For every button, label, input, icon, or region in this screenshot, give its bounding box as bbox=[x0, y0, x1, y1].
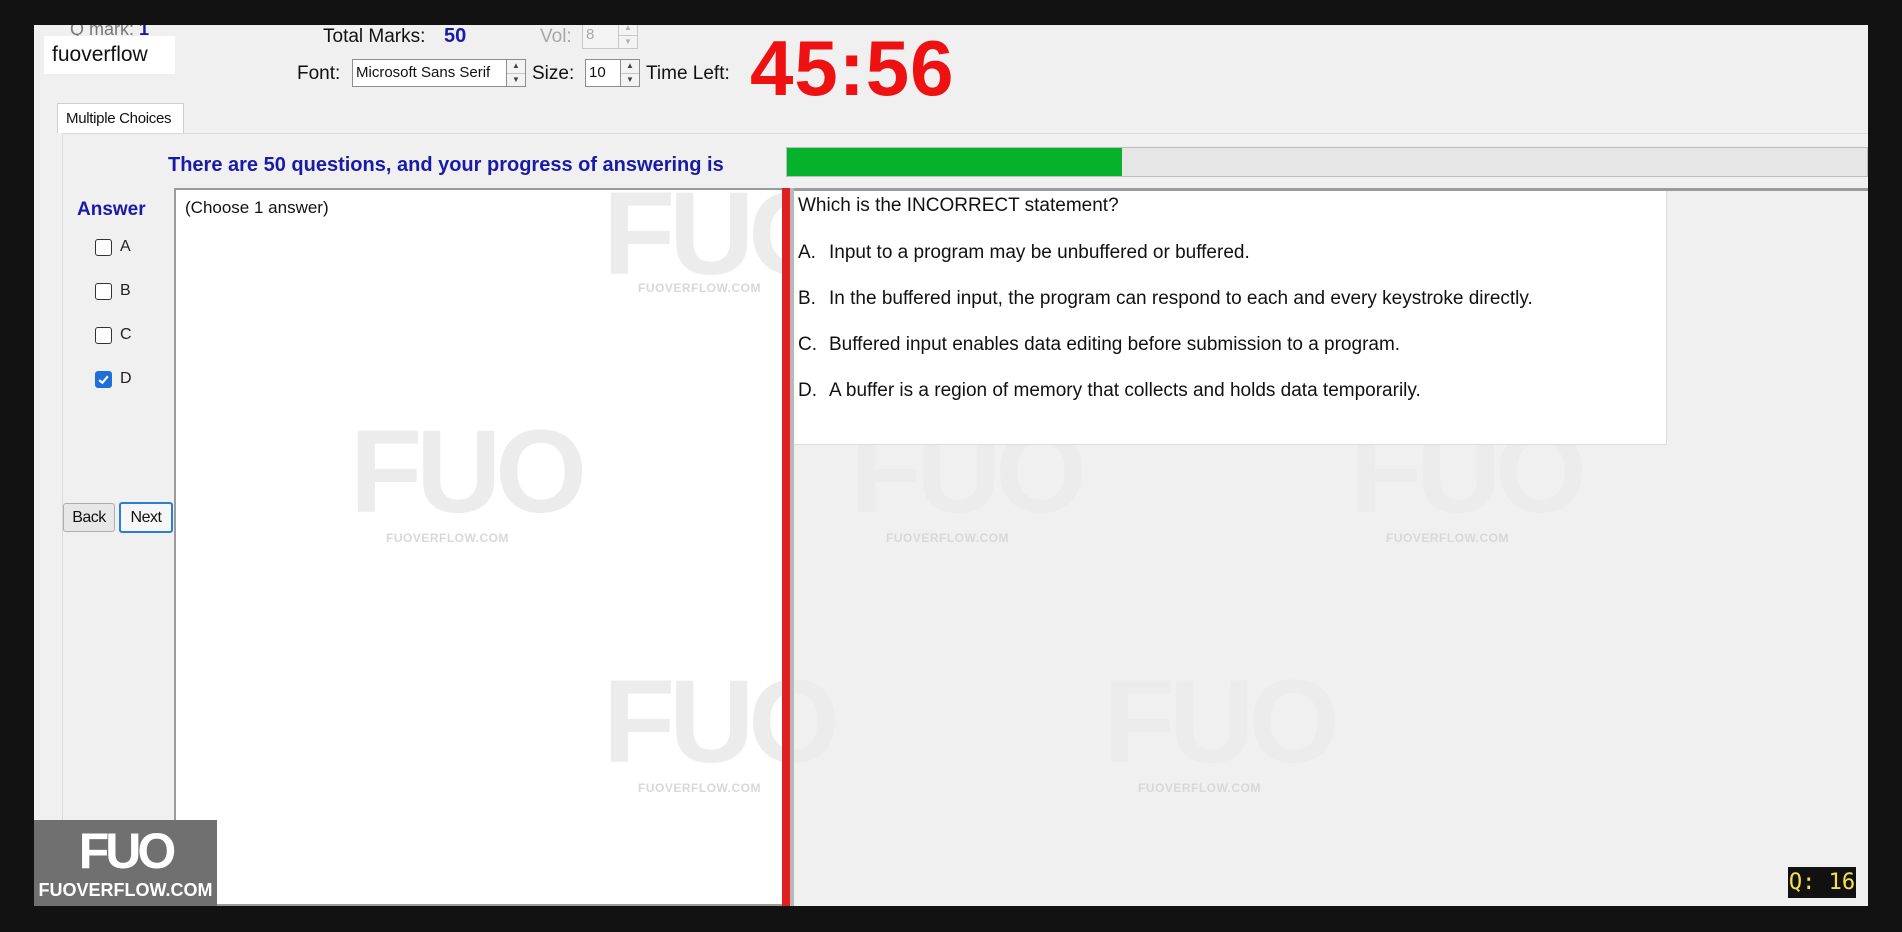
spin-up-icon[interactable]: ▲ bbox=[507, 60, 525, 73]
choice-text: Buffered input enables data editing befo… bbox=[829, 334, 1401, 355]
vol-spinner[interactable]: ▲ ▼ bbox=[618, 25, 638, 49]
checkbox[interactable] bbox=[95, 282, 112, 300]
question-choice: D. A buffer is a region of memory that co… bbox=[798, 380, 1421, 402]
answer-option-b[interactable]: B bbox=[95, 282, 131, 300]
font-spinner[interactable]: ▲ ▼ bbox=[506, 59, 526, 87]
question-choice: A. Input to a program may be unbuffered o… bbox=[798, 242, 1250, 264]
vol-input[interactable]: 8 bbox=[582, 25, 619, 49]
size-spinner[interactable]: ▲ ▼ bbox=[620, 59, 640, 87]
progress-text: There are 50 questions, and your progres… bbox=[168, 154, 724, 176]
brand-label: fuoverflow bbox=[44, 36, 175, 74]
tab-multiple-choices[interactable]: Multiple Choices bbox=[57, 103, 184, 133]
splitter[interactable] bbox=[782, 188, 790, 906]
choice-text: In the buffered input, the program can r… bbox=[829, 288, 1533, 309]
size-label: Size: bbox=[532, 63, 575, 84]
spin-up-icon[interactable]: ▲ bbox=[621, 60, 639, 73]
answer-option-label: B bbox=[120, 282, 131, 299]
choice-letter: C. bbox=[798, 334, 817, 355]
choice-letter: B. bbox=[798, 288, 816, 309]
answer-area[interactable] bbox=[174, 188, 782, 906]
answer-option-label: C bbox=[120, 326, 132, 343]
spin-down-icon[interactable]: ▼ bbox=[507, 72, 525, 87]
answer-option-a[interactable]: A bbox=[95, 238, 131, 256]
question-counter: Q: 16 bbox=[1788, 867, 1856, 898]
progress-fill bbox=[787, 148, 1122, 176]
total-marks-label: Total Marks: bbox=[323, 26, 426, 47]
question-choice: B. In the buffered input, the program can… bbox=[798, 288, 1533, 310]
choice-text: A buffer is a region of memory that coll… bbox=[829, 380, 1421, 401]
logo-site: FUOVERFLOW.COM bbox=[38, 879, 213, 900]
answer-option-d[interactable]: D bbox=[95, 370, 132, 388]
choice-letter: D. bbox=[798, 380, 817, 401]
question-box bbox=[794, 191, 1667, 445]
site-logo: FUO FUOVERFLOW.COM bbox=[34, 820, 217, 906]
answer-option-label: A bbox=[120, 238, 131, 255]
question-choice: C. Buffered input enables data editing be… bbox=[798, 334, 1400, 356]
choice-letter: A. bbox=[798, 242, 816, 263]
logo-mark: FUO bbox=[78, 822, 177, 879]
checkbox[interactable] bbox=[95, 370, 112, 388]
time-left-label: Time Left: bbox=[646, 63, 730, 84]
font-label: Font: bbox=[297, 63, 341, 84]
question-prompt: Which is the INCORRECT statement? bbox=[798, 195, 1119, 216]
answer-title: Answer bbox=[77, 199, 146, 220]
answer-hint: (Choose 1 answer) bbox=[185, 198, 329, 217]
font-select[interactable]: Microsoft Sans Serif bbox=[352, 59, 507, 87]
size-input[interactable]: 10 bbox=[585, 59, 621, 87]
checkbox[interactable] bbox=[95, 238, 112, 256]
exam-window: Q mark: 1 fuoverflow Total Marks: 50 Vol… bbox=[34, 25, 1868, 906]
vol-label: Vol: bbox=[540, 26, 572, 47]
spin-down-icon[interactable]: ▼ bbox=[619, 34, 637, 49]
checkmark-icon bbox=[98, 375, 109, 384]
checkbox[interactable] bbox=[95, 326, 112, 344]
answer-option-label: D bbox=[120, 370, 132, 387]
progress-bar bbox=[786, 147, 1868, 177]
total-marks-value: 50 bbox=[444, 25, 467, 47]
answer-option-c[interactable]: C bbox=[95, 326, 132, 344]
choice-text: Input to a program may be unbuffered or … bbox=[829, 242, 1250, 263]
back-button[interactable]: Back bbox=[63, 503, 115, 532]
next-button[interactable]: Next bbox=[119, 502, 173, 533]
time-left-value: 45:56 bbox=[750, 25, 955, 112]
spin-down-icon[interactable]: ▼ bbox=[621, 72, 639, 87]
spin-up-icon[interactable]: ▲ bbox=[619, 25, 637, 35]
